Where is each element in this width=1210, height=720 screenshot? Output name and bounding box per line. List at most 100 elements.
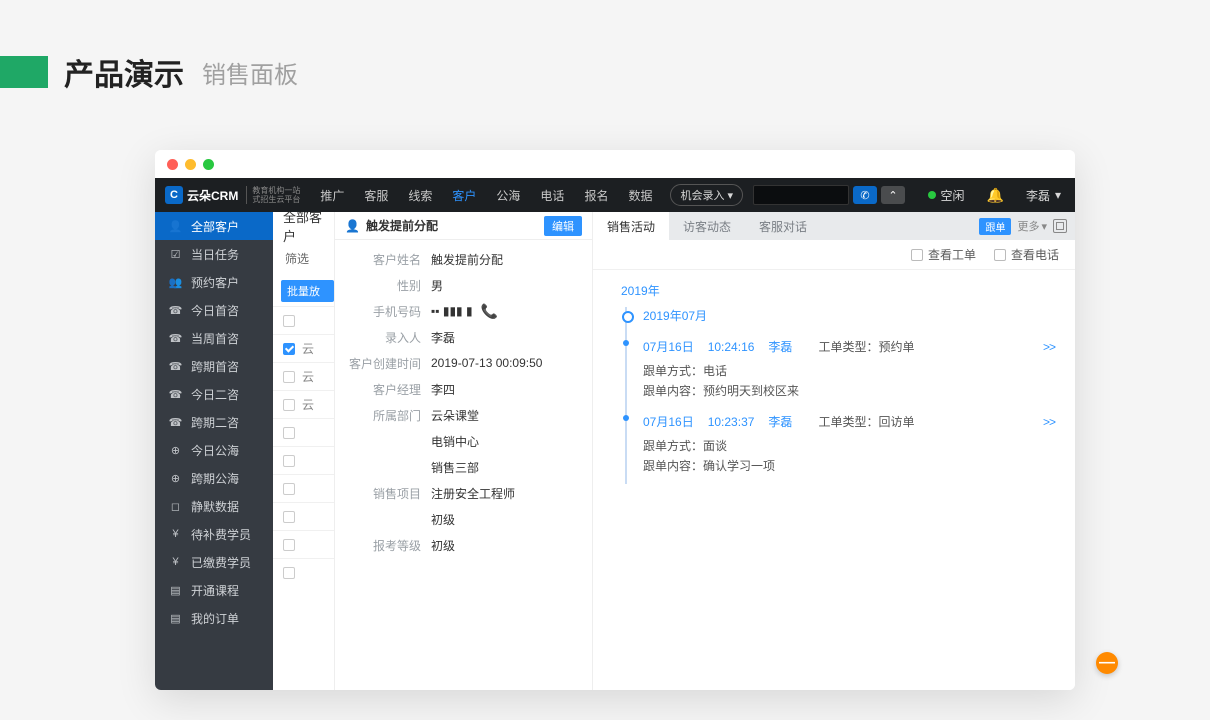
- nav-item[interactable]: 电话: [530, 178, 574, 212]
- fab-button[interactable]: —: [1096, 652, 1118, 674]
- more-label: 更多: [1017, 218, 1039, 234]
- maximize-icon[interactable]: [203, 159, 214, 170]
- edit-button[interactable]: 编辑: [544, 216, 582, 236]
- checkbox-icon[interactable]: [283, 455, 295, 467]
- search-input[interactable]: [753, 185, 849, 205]
- detail-field-label: 录入人: [335, 329, 431, 346]
- detail-title: 触发提前分配: [366, 217, 438, 234]
- sidebar-icon: ☑: [169, 248, 182, 261]
- checkbox-icon[interactable]: [283, 315, 295, 327]
- sidebar-item[interactable]: ▤我的订单: [155, 604, 273, 632]
- follow-tag[interactable]: 跟单: [979, 218, 1011, 235]
- sidebar-item[interactable]: ⊕今日公海: [155, 436, 273, 464]
- nav-item[interactable]: 客服: [354, 178, 398, 212]
- checkbox-icon[interactable]: [283, 539, 295, 551]
- sidebar-label: 跨期首咨: [191, 358, 239, 375]
- nav-item[interactable]: 线索: [398, 178, 442, 212]
- user-menu[interactable]: 李磊 ▾: [1026, 187, 1075, 204]
- detail-field-row: 电销中心: [335, 428, 592, 454]
- sidebar-label: 今日二咨: [191, 386, 239, 403]
- sidebar-item[interactable]: ▤开通课程: [155, 576, 273, 604]
- sidebar-item[interactable]: ☎跨期二咨: [155, 408, 273, 436]
- table-row[interactable]: [273, 446, 334, 474]
- detail-field-value: 李四: [431, 381, 592, 398]
- status-dot-icon: [928, 191, 936, 199]
- activity-tab[interactable]: 访客动态: [669, 212, 745, 240]
- slide-title: 产品演示: [64, 50, 184, 94]
- more-menu[interactable]: 更多 ▾: [1017, 218, 1047, 234]
- sidebar-item[interactable]: ⊕跨期公海: [155, 464, 273, 492]
- filter-call[interactable]: 查看电话: [994, 246, 1059, 263]
- filter-ticket[interactable]: 查看工单: [911, 246, 976, 263]
- checkbox-icon[interactable]: [283, 483, 295, 495]
- opportunity-button[interactable]: 机会录入 ▾: [670, 184, 743, 206]
- sidebar-icon: ◻: [169, 500, 182, 513]
- checkbox-icon[interactable]: [283, 427, 295, 439]
- entry-author: 李磊: [768, 338, 792, 355]
- minimize-icon[interactable]: [185, 159, 196, 170]
- sidebar-item[interactable]: ☎今日二咨: [155, 380, 273, 408]
- table-row[interactable]: [273, 502, 334, 530]
- chevron-down-icon: ▾: [1055, 188, 1061, 202]
- nav-item[interactable]: 报名: [574, 178, 618, 212]
- nav-item[interactable]: 推广: [310, 178, 354, 212]
- nav-item[interactable]: 公海: [486, 178, 530, 212]
- timeline-entry: 07月16日10:24:16李磊工单类型：预约单>>跟单方式：电话跟单内容：预约…: [643, 334, 1059, 409]
- checkbox-icon[interactable]: [283, 343, 295, 355]
- hangup-button[interactable]: ⌃: [881, 186, 905, 204]
- sidebar-item[interactable]: 👥预约客户: [155, 268, 273, 296]
- expand-icon[interactable]: >>: [1043, 340, 1059, 354]
- entry-header: 07月16日10:23:37李磊工单类型：回访单>>: [643, 413, 1059, 430]
- nav-item[interactable]: 数据: [618, 178, 662, 212]
- sidebar-icon: ☎: [169, 304, 182, 317]
- agent-status[interactable]: 空闲: [928, 187, 965, 204]
- detail-field-row: 手机号码▪▪ ▮▮▮ ▮📞: [335, 298, 592, 324]
- table-row[interactable]: [273, 474, 334, 502]
- checkbox-icon[interactable]: [283, 371, 295, 383]
- sidebar-label: 跨期二咨: [191, 414, 239, 431]
- table-row[interactable]: 云: [273, 362, 334, 390]
- sidebar-icon: ▤: [169, 612, 182, 625]
- detail-field-value: 男: [431, 277, 592, 294]
- checkbox-icon[interactable]: [283, 511, 295, 523]
- expand-icon[interactable]: >>: [1043, 415, 1059, 429]
- detail-field-value: 云朵课堂: [431, 407, 592, 424]
- table-row[interactable]: 云: [273, 390, 334, 418]
- detail-field-value: 触发提前分配: [431, 251, 592, 268]
- detail-field-label: 报考等级: [335, 537, 431, 554]
- sidebar-item[interactable]: ☎跨期首咨: [155, 352, 273, 380]
- table-row[interactable]: [273, 418, 334, 446]
- nav-item[interactable]: 客户: [442, 178, 486, 212]
- close-icon[interactable]: [167, 159, 178, 170]
- sidebar-label: 当周首咨: [191, 330, 239, 347]
- phone-icon[interactable]: 📞: [481, 303, 498, 320]
- checkbox-icon[interactable]: [283, 567, 295, 579]
- sidebar-item[interactable]: 👤全部客户: [155, 212, 273, 240]
- sidebar-icon: 👤: [169, 220, 182, 233]
- table-row[interactable]: [273, 530, 334, 558]
- detail-field-value: 李磊: [431, 329, 592, 346]
- sidebar-item[interactable]: ¥待补费学员: [155, 520, 273, 548]
- brand[interactable]: C 云朵CRM 教育机构一站式招生云平台: [155, 178, 310, 212]
- sidebar-item[interactable]: ◻静默数据: [155, 492, 273, 520]
- activity-tab[interactable]: 销售活动: [593, 212, 669, 240]
- entry-type: 工单类型：回访单: [818, 413, 914, 430]
- sidebar-item[interactable]: ☎今日首咨: [155, 296, 273, 324]
- bell-icon[interactable]: 🔔: [987, 187, 1004, 204]
- call-button[interactable]: ✆: [853, 186, 877, 204]
- table-row[interactable]: [273, 306, 334, 334]
- list-filter-label[interactable]: 筛选: [273, 240, 334, 276]
- activity-tab[interactable]: 客服对话: [745, 212, 821, 240]
- table-row[interactable]: [273, 558, 334, 586]
- detail-field-row: 客户创建时间2019-07-13 00:09:50: [335, 350, 592, 376]
- table-row[interactable]: 云: [273, 334, 334, 362]
- sidebar-item[interactable]: ¥已缴费学员: [155, 548, 273, 576]
- popout-icon[interactable]: [1053, 219, 1067, 233]
- detail-field-label: 客户姓名: [335, 251, 431, 268]
- sidebar-item[interactable]: ☑当日任务: [155, 240, 273, 268]
- sidebar-label: 预约客户: [191, 274, 239, 291]
- batch-release-button[interactable]: 批量放: [281, 280, 334, 302]
- sidebar-item[interactable]: ☎当周首咨: [155, 324, 273, 352]
- checkbox-icon[interactable]: [283, 399, 295, 411]
- entry-time: 10:24:16: [708, 340, 755, 354]
